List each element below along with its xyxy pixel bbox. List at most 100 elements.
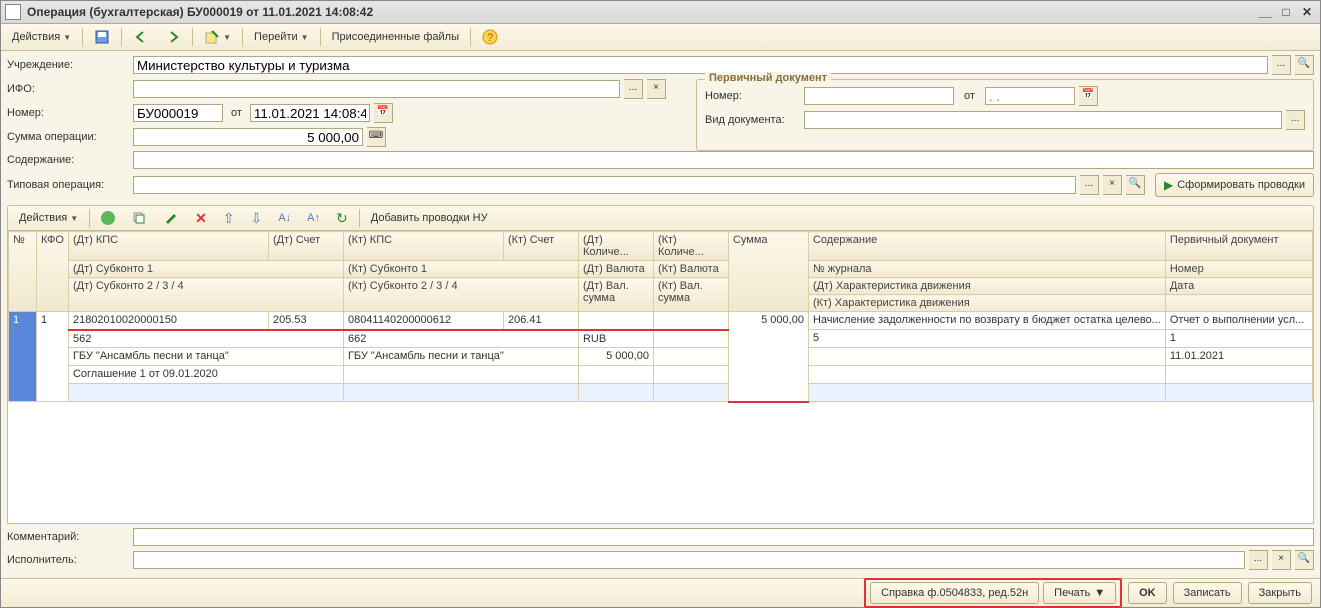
add-row-button[interactable] [94,207,122,229]
ifo-select-button[interactable]: ... [624,79,643,99]
col-kt-valsum[interactable]: (Кт) Вал. сумма [653,278,728,312]
print-button[interactable]: Печать▼ [1043,582,1116,604]
move-up-button[interactable]: ⇧ [216,207,242,229]
edit-row-button[interactable] [156,207,186,229]
table-row[interactable]: 1 1 21802010020000150 205.53 08041140200… [9,312,1313,330]
col-dt-sub234[interactable]: (Дт) Субконто 2 / 3 / 4 [68,278,343,312]
close-button[interactable]: ✕ [1298,5,1316,19]
sort-asc-button[interactable]: A↓ [271,207,298,229]
pd-date-picker-button[interactable]: 📅 [1079,86,1098,106]
col-sum[interactable]: Сумма [728,232,808,312]
cell-dt-kps[interactable]: 21802010020000150 [68,312,268,330]
ifo-field[interactable] [133,80,620,98]
cell-primdoc[interactable]: Отчет о выполнении усл... [1165,312,1312,330]
table-actions-menu[interactable]: Действия▼ [12,207,85,229]
date-field[interactable] [250,104,370,122]
maximize-button[interactable]: □ [1277,5,1295,19]
col-content[interactable]: Содержание [808,232,1165,261]
goto-menu[interactable]: Перейти▼ [247,26,316,48]
actions-menu[interactable]: Действия▼ [5,26,78,48]
executor-field[interactable] [133,551,1245,569]
table-row[interactable]: Соглашение 1 от 09.01.2020 [9,366,1313,384]
delete-row-button[interactable]: ✕ [188,207,214,229]
sum-calc-button[interactable]: ⌨ [367,127,386,147]
col-journal[interactable]: № журнала [808,261,1165,278]
col-date[interactable]: Дата [1165,278,1312,295]
pd-type-select-button[interactable]: ... [1286,110,1305,130]
date-picker-button[interactable]: 📅 [374,103,393,123]
col-kt-schet[interactable]: (Кт) Счет [503,232,578,261]
table-row[interactable]: 562 662 RUB 5 1 [9,330,1313,348]
pd-date-field[interactable] [985,87,1075,105]
cell-dt-sub2[interactable]: ГБУ "Ансамбль песни и танца" [68,348,343,366]
col-dt-qty[interactable]: (Дт) Количе... [578,232,653,261]
col-dt-char[interactable]: (Дт) Характеристика движения [808,278,1165,295]
col-kt-val[interactable]: (Кт) Валюта [653,261,728,278]
save-icon-button[interactable] [87,26,117,48]
minimize-button[interactable]: __ [1256,5,1274,19]
table-row[interactable]: ГБУ "Ансамбль песни и танца" ГБУ "Ансамб… [9,348,1313,366]
cell-kfo[interactable]: 1 [37,312,69,402]
comment-field[interactable] [133,528,1314,546]
col-number[interactable]: Номер [1165,261,1312,278]
sum-field[interactable] [133,128,363,146]
ok-button[interactable]: OK [1128,582,1167,604]
cell-number[interactable]: 1 [1165,330,1312,348]
add-nu-button[interactable]: Добавить проводки НУ [364,207,495,229]
cell-kt-sub2[interactable]: ГБУ "Ансамбль песни и танца" [343,348,578,366]
entries-table[interactable]: № КФО (Дт) КПС (Дт) Счет (Кт) КПС (Кт) С… [8,231,1313,403]
col-dt-kps[interactable]: (Дт) КПС [68,232,268,261]
ifo-clear-button[interactable]: × [647,79,666,99]
col-kt-kps[interactable]: (Кт) КПС [343,232,503,261]
refresh-button[interactable]: ↻ [329,207,355,229]
col-kfo[interactable]: КФО [37,232,69,312]
cell-n[interactable]: 1 [9,312,37,402]
typeop-field[interactable] [133,176,1076,194]
sort-desc-button[interactable]: A↑ [300,207,327,229]
institution-open-button[interactable]: 🔍 [1295,55,1314,75]
generate-entries-button[interactable]: ▶Сформировать проводки [1155,173,1314,197]
cell-kt-schet[interactable]: 206.41 [503,312,578,330]
col-dt-valsum[interactable]: (Дт) Вал. сумма [578,278,653,312]
save-button[interactable]: Записать [1173,582,1242,604]
cell-dt-sub3[interactable]: Соглашение 1 от 09.01.2020 [68,366,343,384]
nav-next-button[interactable] [158,26,188,48]
col-dt-schet[interactable]: (Дт) Счет [268,232,343,261]
executor-open-button[interactable]: 🔍 [1295,550,1314,570]
cell-dt-valsum[interactable]: 5 000,00 [578,348,653,366]
executor-clear-button[interactable]: × [1272,550,1291,570]
move-down-button[interactable]: ⇩ [244,207,270,229]
typeop-open-button[interactable]: 🔍 [1126,175,1145,195]
post-button[interactable]: ▼ [197,26,238,48]
institution-select-button[interactable]: ... [1272,55,1291,75]
typeop-select-button[interactable]: ... [1080,175,1099,195]
pd-number-field[interactable] [804,87,954,105]
content-field[interactable] [133,151,1314,169]
col-n[interactable]: № [9,232,37,312]
cell-kt-sub1[interactable]: 662 [343,330,578,348]
col-dt-sub1[interactable]: (Дт) Субконто 1 [68,261,343,278]
cell-kt-kps[interactable]: 08041140200000612 [343,312,503,330]
attached-files-button[interactable]: Присоединенные файлы [325,26,466,48]
pd-type-field[interactable] [804,111,1282,129]
col-kt-qty[interactable]: (Кт) Количе... [653,232,728,261]
copy-row-button[interactable] [124,207,154,229]
cell-date[interactable]: 11.01.2021 [1165,348,1312,366]
nav-prev-button[interactable] [126,26,156,48]
executor-select-button[interactable]: ... [1249,550,1268,570]
typeop-clear-button[interactable]: × [1103,175,1122,195]
help-button[interactable]: ? [475,26,505,48]
col-kt-char[interactable]: (Кт) Характеристика движения [808,295,1165,312]
cell-journal[interactable]: 5 [808,330,1165,348]
col-dt-val[interactable]: (Дт) Валюта [578,261,653,278]
table-row[interactable] [9,384,1313,402]
col-kt-sub1[interactable]: (Кт) Субконто 1 [343,261,578,278]
cell-dt-sub1[interactable]: 562 [68,330,343,348]
cell-content[interactable]: Начисление задолженности по возврату в б… [808,312,1165,330]
number-field[interactable] [133,104,223,122]
reference-button[interactable]: Справка ф.0504833, ред.52н [870,582,1039,604]
col-kt-sub234[interactable]: (Кт) Субконто 2 / 3 / 4 [343,278,578,312]
cell-dt-schet[interactable]: 205.53 [268,312,343,330]
close-form-button[interactable]: Закрыть [1248,582,1312,604]
cell-dt-val[interactable]: RUB [578,330,653,348]
